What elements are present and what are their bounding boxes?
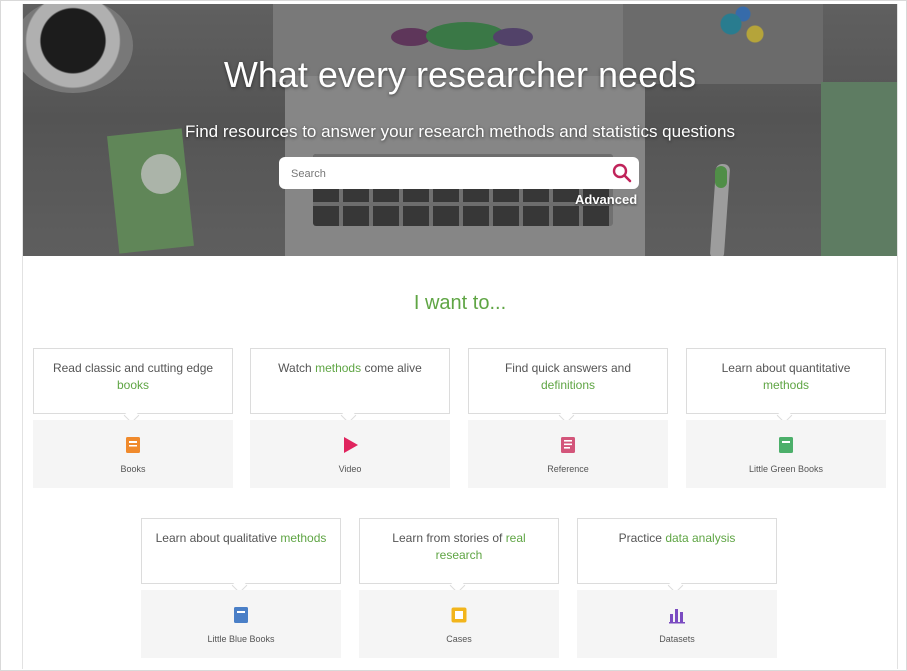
hero-banner: What every researcher needs Find resourc… — [23, 4, 897, 256]
card-link-reference[interactable]: Reference — [468, 420, 668, 488]
blue-book-icon — [232, 606, 250, 624]
card-description: Practice data analysis — [577, 518, 777, 584]
search-box — [279, 157, 639, 189]
card-link-cases[interactable]: Cases — [359, 590, 559, 658]
page-content: What every researcher needs Find resourc… — [22, 4, 898, 669]
reference-icon — [559, 436, 577, 454]
card-text: Read classic and cutting edge — [52, 361, 214, 375]
i-want-to-heading: I want to... — [413, 292, 507, 314]
hero-title: What every researcher needs — [223, 54, 697, 95]
green-book-icon — [777, 436, 795, 454]
card-text: Learn about qualitative — [155, 531, 281, 545]
card-description: Find quick answers and definitions — [468, 348, 668, 414]
cases-icon — [450, 606, 468, 624]
card-text: Find quick answers and — [504, 361, 632, 375]
card-link-little-blue-books[interactable]: Little Blue Books — [141, 590, 341, 658]
search-input[interactable] — [289, 163, 593, 185]
card-label: Datasets — [659, 634, 695, 644]
book-icon — [124, 436, 142, 454]
card-link-little-green-books[interactable]: Little Green Books — [686, 420, 886, 488]
card-label: Books — [120, 464, 146, 474]
card-text: Learn about quantitative — [721, 361, 851, 375]
card-text-end: come alive — [361, 361, 422, 375]
card-description: Learn about qualitative methods — [141, 518, 341, 584]
card-link-video[interactable]: Video — [250, 420, 450, 488]
card-label: Reference — [547, 464, 589, 474]
card-highlight[interactable]: methods — [315, 361, 361, 375]
card-text: Practice — [618, 531, 666, 545]
advanced-search-link[interactable]: Advanced — [575, 192, 637, 207]
card-description: Learn from stories of real research — [359, 518, 559, 584]
card-link-books[interactable]: Books — [33, 420, 233, 488]
card-label: Cases — [446, 634, 472, 644]
card-text: Watch — [278, 361, 316, 375]
hero-subtitle: Find resources to answer your research m… — [185, 122, 735, 141]
card-highlight[interactable]: methods — [280, 531, 326, 545]
card-description: Watch methods come alive — [250, 348, 450, 414]
card-description: Read classic and cutting edge books — [33, 348, 233, 414]
card-description: Learn about quantitative methods — [686, 348, 886, 414]
card-highlight[interactable]: books — [117, 378, 149, 392]
card-label: Video — [338, 464, 362, 474]
card-highlight[interactable]: definitions — [541, 378, 595, 392]
card-highlight[interactable]: data analysis — [665, 531, 735, 545]
play-icon — [341, 436, 359, 454]
card-link-datasets[interactable]: Datasets — [577, 590, 777, 658]
card-label: Little Green Books — [748, 464, 824, 474]
card-text: Learn from stories of — [392, 531, 506, 545]
bar-chart-icon — [668, 606, 686, 624]
search-icon[interactable] — [611, 162, 633, 184]
card-highlight[interactable]: methods — [763, 378, 809, 392]
card-label: Little Blue Books — [207, 634, 275, 644]
